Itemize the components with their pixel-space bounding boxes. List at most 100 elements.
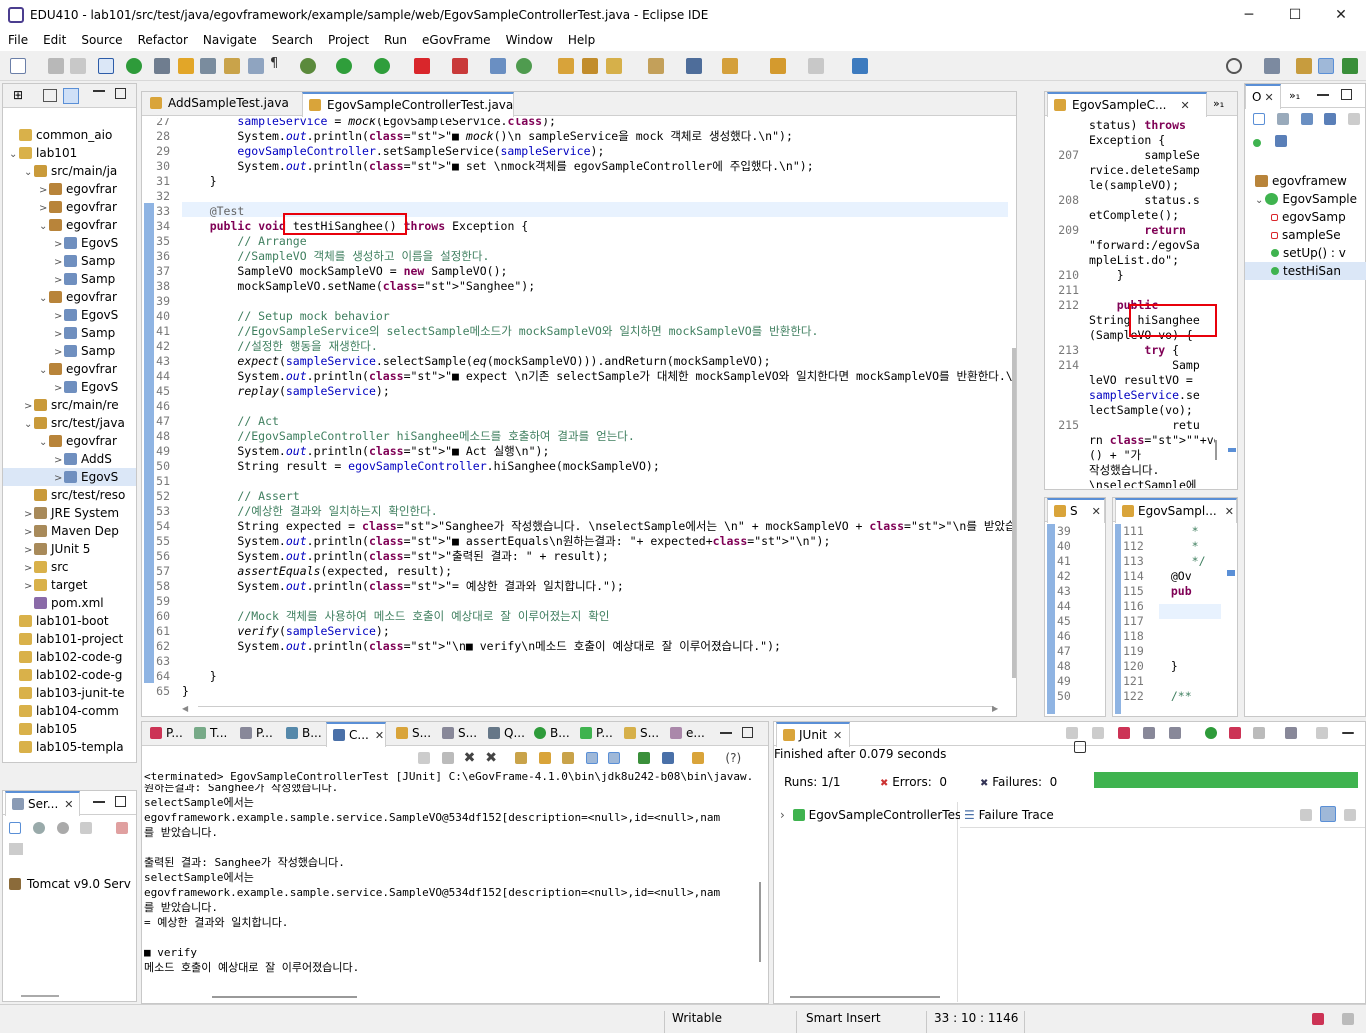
publish-icon[interactable] bbox=[9, 843, 23, 855]
outline-item[interactable]: setUp() : v bbox=[1245, 244, 1366, 262]
small-b-code-line[interactable]: 113 */ bbox=[1121, 554, 1225, 569]
code-line[interactable]: 64 } bbox=[142, 669, 1008, 684]
outline-tab[interactable]: O ✕ bbox=[1245, 84, 1281, 109]
prev-failure-icon[interactable] bbox=[1091, 727, 1104, 739]
tab-addsampletest[interactable]: AddSampleTest.java bbox=[144, 92, 300, 116]
small-b-code-line[interactable]: 121 bbox=[1121, 674, 1225, 689]
filter-stack-icon[interactable] bbox=[1320, 806, 1336, 823]
close-tab-icon[interactable]: ✕ bbox=[64, 798, 73, 811]
link-editor-icon[interactable] bbox=[63, 88, 79, 104]
close-tab-icon[interactable]: ✕ bbox=[375, 729, 384, 742]
editor-body[interactable]: 27 sampleService = mock(EgovSampleServic… bbox=[142, 118, 1016, 703]
explorer-item[interactable]: > Maven Dep bbox=[3, 522, 136, 540]
explorer-item[interactable]: > JRE System bbox=[3, 504, 136, 522]
code-line[interactable]: 32 bbox=[142, 189, 1008, 204]
collapse-icon[interactable] bbox=[9, 822, 21, 834]
menu-project[interactable]: Project bbox=[320, 31, 376, 47]
console-hscroll[interactable] bbox=[212, 996, 357, 998]
next-failure-icon[interactable] bbox=[1066, 727, 1078, 739]
explorer-item[interactable]: lab102-code-g bbox=[3, 666, 136, 684]
maximize-view-icon[interactable] bbox=[742, 727, 753, 738]
menu-run[interactable]: Run bbox=[376, 31, 414, 47]
tab-egovsamplecontrollertest[interactable]: EgovSampleControllerTest.java✕ bbox=[302, 92, 514, 117]
failures-only-icon[interactable] bbox=[1117, 727, 1130, 739]
code-line[interactable]: 35 // Arrange bbox=[142, 234, 1008, 249]
run-icon[interactable] bbox=[336, 58, 352, 74]
close-tab-icon[interactable]: ✕ bbox=[833, 729, 842, 742]
close-tab-icon[interactable]: ✕ bbox=[1264, 91, 1273, 104]
tab-bean[interactable]: B... bbox=[528, 722, 574, 746]
tab-small-a[interactable]: S ✕ bbox=[1047, 498, 1105, 523]
code-line[interactable]: 38 mockSampleVO.setName(class="st">"Sang… bbox=[142, 279, 1008, 294]
explorer-item[interactable]: > Samp bbox=[3, 324, 136, 342]
menu-window[interactable]: Window bbox=[498, 31, 560, 47]
code-line[interactable]: 39 bbox=[142, 294, 1008, 309]
more-tabs-icon[interactable]: »₁ bbox=[1289, 89, 1300, 102]
back-icon[interactable] bbox=[770, 58, 786, 74]
hide-fields-icon[interactable] bbox=[1300, 113, 1313, 125]
small-b-code-line[interactable]: 112 * bbox=[1121, 539, 1225, 554]
explorer-item[interactable]: ⌄ egovfrar bbox=[3, 216, 136, 234]
show-on-error-icon[interactable] bbox=[608, 752, 621, 764]
side-code-line[interactable]: 207 sampleSe bbox=[1045, 148, 1215, 163]
menu-navigate[interactable]: Navigate bbox=[195, 31, 264, 47]
block-icon[interactable] bbox=[248, 58, 264, 74]
word-wrap-icon[interactable] bbox=[562, 752, 575, 764]
code-line[interactable]: 36 //SampleVO 객체를 생성하고 이름을 설정한다. bbox=[142, 249, 1008, 264]
small-b-code-line[interactable]: 118 bbox=[1121, 629, 1225, 644]
code-line[interactable]: 56 System.out.println(class="st">"출력된 결과… bbox=[142, 549, 1008, 564]
explorer-item[interactable]: > Samp bbox=[3, 342, 136, 360]
code-line[interactable]: 63 bbox=[142, 654, 1008, 669]
menu-search[interactable]: Search bbox=[264, 31, 320, 47]
menu-edit[interactable]: Edit bbox=[35, 31, 73, 47]
close-tab-icon[interactable]: ✕ bbox=[1180, 99, 1189, 112]
explorer-item[interactable]: > target bbox=[3, 576, 136, 594]
tab-servers[interactable]: S... bbox=[390, 722, 434, 746]
code-line[interactable]: 40 // Setup mock behavior bbox=[142, 309, 1008, 324]
code-line[interactable]: 30 System.out.println(class="st">"■ set … bbox=[142, 159, 1008, 174]
compare-icon[interactable] bbox=[1344, 808, 1356, 822]
code-line[interactable]: 28 System.out.println(class="st">"■ mock… bbox=[142, 129, 1008, 144]
explorer-item[interactable]: > EgovS bbox=[3, 234, 136, 252]
tab-search[interactable]: S... bbox=[618, 722, 664, 746]
explorer-item[interactable]: > EgovS bbox=[3, 378, 136, 396]
explorer-item[interactable]: > src/main/re bbox=[3, 396, 136, 414]
side-code-line[interactable]: etComplete(); bbox=[1045, 208, 1215, 223]
display-console-icon[interactable] bbox=[661, 752, 674, 764]
console-output[interactable]: 원하는결과: Sanghee가 작성했습니다. selectSample에서는 eg… bbox=[144, 784, 754, 984]
minimize-view-icon[interactable] bbox=[93, 90, 105, 92]
spring-icon[interactable] bbox=[126, 58, 142, 74]
open-task-icon[interactable] bbox=[582, 58, 598, 74]
explorer-item[interactable]: lab105 bbox=[3, 720, 136, 738]
code-line[interactable]: 55 System.out.println(class="st">"■ asse… bbox=[142, 534, 1008, 549]
coverage-icon[interactable] bbox=[374, 58, 390, 74]
explorer-item[interactable]: ⌄ lab101 bbox=[3, 144, 136, 162]
tab-small-b[interactable]: EgovSampl... ✕ bbox=[1115, 498, 1237, 523]
code-line[interactable]: 43 expect(sampleService.selectSample(eq(… bbox=[142, 354, 1008, 369]
side-code-line[interactable]: status) throws bbox=[1045, 118, 1215, 133]
tab-error-log[interactable]: e... bbox=[664, 722, 710, 746]
small-b-code-line[interactable]: 122 /** bbox=[1121, 689, 1225, 704]
build-icon[interactable] bbox=[178, 58, 194, 74]
tab-snippets[interactable]: S... bbox=[436, 722, 480, 746]
pin-console-icon[interactable] bbox=[637, 752, 650, 764]
maximize-view-icon[interactable] bbox=[115, 796, 126, 807]
small-b-code-line[interactable]: 119 bbox=[1121, 644, 1225, 659]
view-menu-icon[interactable] bbox=[1316, 727, 1329, 739]
remove-all-icon[interactable]: ✖ bbox=[485, 750, 497, 766]
save-all-icon[interactable] bbox=[70, 58, 86, 74]
code-line[interactable]: 58 System.out.println(class="st">"= 예상한 … bbox=[142, 579, 1008, 594]
minimize-view-icon[interactable] bbox=[720, 732, 732, 734]
console-vscroll[interactable] bbox=[759, 882, 761, 962]
code-line[interactable]: 59 bbox=[142, 594, 1008, 609]
history-icon[interactable] bbox=[1284, 727, 1297, 739]
toggle-icon[interactable] bbox=[224, 58, 240, 74]
code-line[interactable]: 61 verify(sampleService); bbox=[142, 624, 1008, 639]
outline-item[interactable]: egovframew bbox=[1245, 172, 1366, 190]
code-line[interactable]: 62 System.out.println(class="st">"\n■ ve… bbox=[142, 639, 1008, 654]
explorer-item[interactable]: common_aio bbox=[3, 126, 136, 144]
debug-server-icon[interactable] bbox=[32, 822, 45, 834]
code-line[interactable]: 60 //Mock 객체를 사용하여 메소드 호출이 예상대로 잘 이루어졌는지… bbox=[142, 609, 1008, 624]
side-code-line[interactable]: rn class="st">""+vo.getName bbox=[1045, 433, 1215, 448]
code-line[interactable]: 65} bbox=[142, 684, 1008, 699]
